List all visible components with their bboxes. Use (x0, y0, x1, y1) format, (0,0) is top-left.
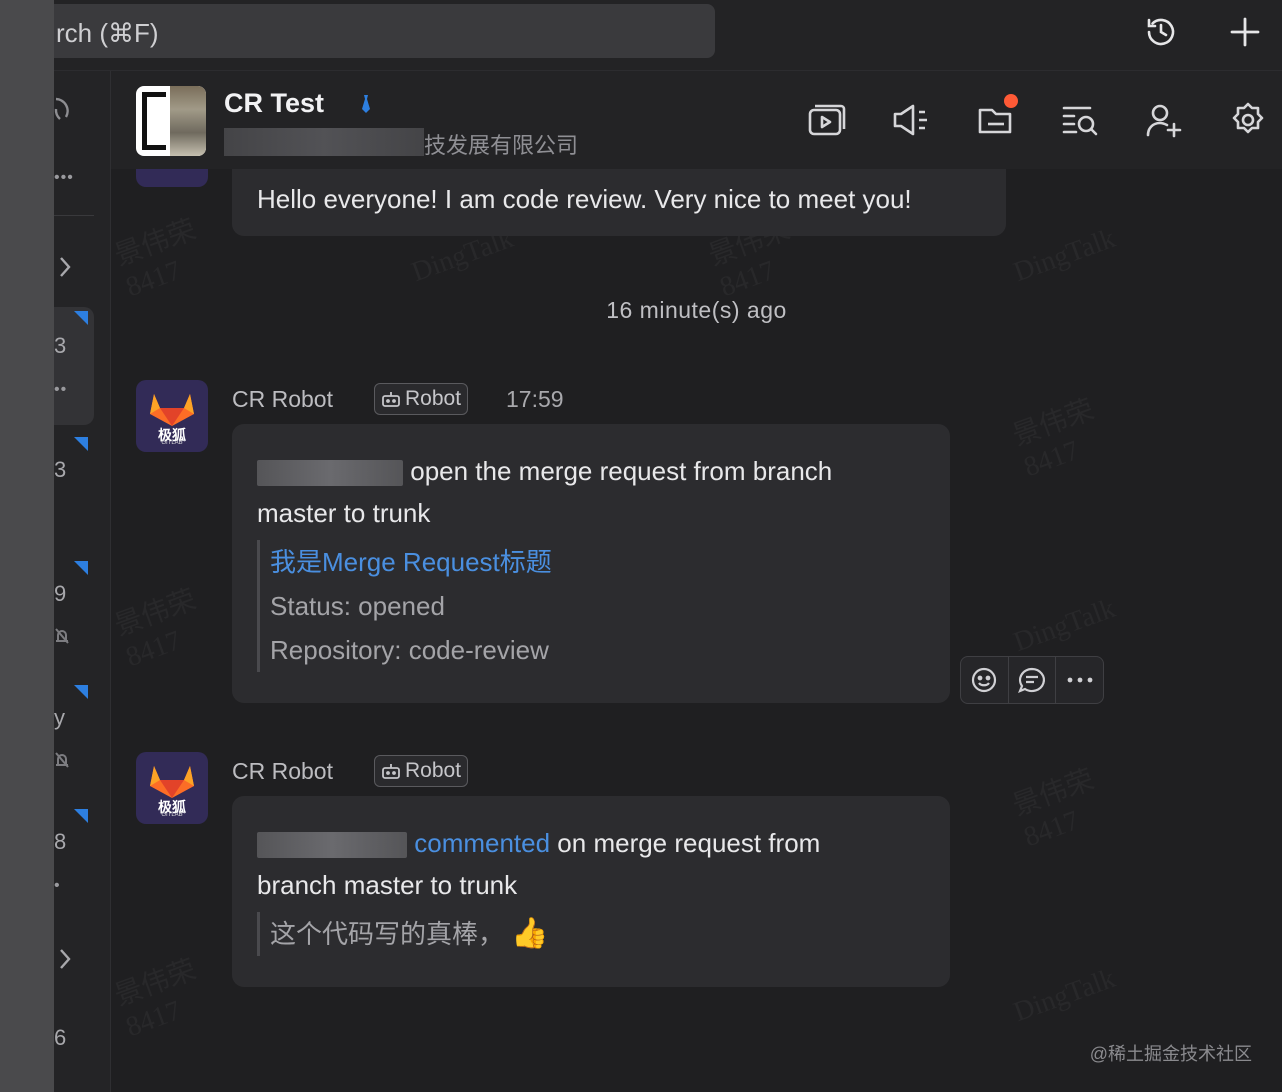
search-input[interactable]: rch (⌘F) (54, 4, 715, 58)
unread-flag (74, 311, 88, 325)
sidebar-divider (54, 215, 94, 216)
robot-tag: Robot (374, 383, 469, 415)
comment-text: 这个代码写的真棒， 👍 (270, 912, 549, 956)
quote-block: 我是Merge Request标题 Status: opened Reposit… (257, 540, 552, 672)
redacted-org-name (224, 128, 424, 156)
comment-body: 这个代码写的真棒， (270, 919, 505, 949)
commented-link[interactable]: commented (414, 828, 550, 858)
redacted-username (257, 460, 403, 487)
status-text: Status: opened (270, 591, 445, 621)
unread-flag (74, 437, 88, 451)
robot-icon (382, 392, 400, 407)
chevron-right-icon[interactable] (58, 947, 72, 976)
message-line: open the merge request from branch (257, 450, 832, 492)
group-avatar[interactable] (136, 86, 206, 156)
plus-icon[interactable] (1225, 12, 1265, 52)
history-icon[interactable] (1141, 12, 1181, 52)
sidebar-item-text[interactable]: y (54, 705, 65, 731)
merge-request-title-link[interactable]: 我是Merge Request标题 (270, 540, 552, 584)
mute-icon (54, 751, 70, 774)
robot-tag-label: Robot (405, 759, 462, 782)
sidebar-item-text[interactable]: 6 (54, 1025, 66, 1051)
sidebar-item-text[interactable]: 8 (54, 829, 66, 855)
quote-block: 这个代码写的真棒， 👍 (257, 912, 549, 956)
add-member-icon[interactable] (1142, 98, 1186, 142)
chat-title: CR Test (224, 88, 325, 118)
sidebar-item-dots: •• (54, 381, 68, 398)
sidebar-item-text[interactable]: 3 (54, 457, 66, 483)
message-text: open the merge request from branch (410, 456, 833, 486)
settings-icon[interactable] (1226, 98, 1270, 142)
message-text: Hello everyone! I am code review. Very n… (257, 184, 912, 214)
message-text: master to trunk (257, 498, 431, 528)
announcement-icon[interactable] (889, 98, 933, 142)
bot-avatar-sub: GITLAB (161, 440, 183, 446)
more-icon[interactable]: ••• (54, 169, 74, 187)
video-meeting-icon[interactable] (805, 98, 849, 142)
bot-avatar-sub: GITLAB (161, 812, 183, 818)
reply-icon[interactable] (1009, 657, 1057, 703)
sidebar-item-text[interactable]: 3 (54, 333, 66, 359)
files-icon[interactable] (974, 94, 1018, 142)
more-options-icon[interactable] (1056, 657, 1103, 703)
unread-flag (74, 685, 88, 699)
message-text: on merge request from (550, 828, 821, 858)
org-name: 技发展有限公司 (424, 133, 579, 158)
refresh-icon[interactable] (54, 93, 78, 128)
message-bubble[interactable]: open the merge request from branch maste… (232, 424, 950, 703)
mute-icon (54, 627, 70, 650)
message-action-bar (960, 656, 1104, 704)
emoji-reaction-icon[interactable] (961, 657, 1009, 703)
search-history-icon[interactable] (1058, 98, 1102, 142)
message-time: 17:59 (506, 386, 564, 412)
bot-avatar-partial[interactable] (136, 169, 208, 187)
repository-text: Repository: code-review (270, 635, 549, 665)
window-edge (0, 0, 54, 1092)
message-bubble[interactable]: commented on merge request from branch m… (232, 796, 950, 987)
bot-avatar[interactable]: 极狐 GITLAB (136, 380, 208, 452)
notification-dot (1004, 94, 1018, 108)
verified-tie-icon (360, 94, 372, 119)
message-text: branch master to trunk (257, 870, 518, 900)
robot-icon (382, 764, 400, 779)
search-placeholder: rch (⌘F) (56, 18, 159, 48)
unread-flag (74, 809, 88, 823)
sidebar-item-dots: • (54, 877, 61, 894)
time-separator: 16 minute(s) ago (606, 297, 787, 323)
redacted-username (257, 832, 407, 859)
thumbs-up-icon: 👍 (511, 917, 549, 950)
conversation-sidebar: ••• 3 •• 3 9 y 8 • 6 (54, 71, 111, 1092)
robot-tag-label: Robot (405, 387, 462, 410)
message-line: commented on merge request from (257, 822, 820, 864)
sender-name[interactable]: CR Robot (232, 758, 333, 785)
robot-tag: Robot (374, 755, 469, 787)
message-bubble[interactable]: Hello everyone! I am code review. Very n… (232, 169, 1006, 236)
footer-watermark: @稀土掘金技术社区 (1089, 1044, 1252, 1064)
sender-name[interactable]: CR Robot (232, 386, 333, 413)
bot-avatar[interactable]: 极狐 GITLAB (136, 752, 208, 824)
sidebar-item-text[interactable]: 9 (54, 581, 66, 607)
chevron-right-icon[interactable] (58, 255, 72, 284)
unread-flag (74, 561, 88, 575)
